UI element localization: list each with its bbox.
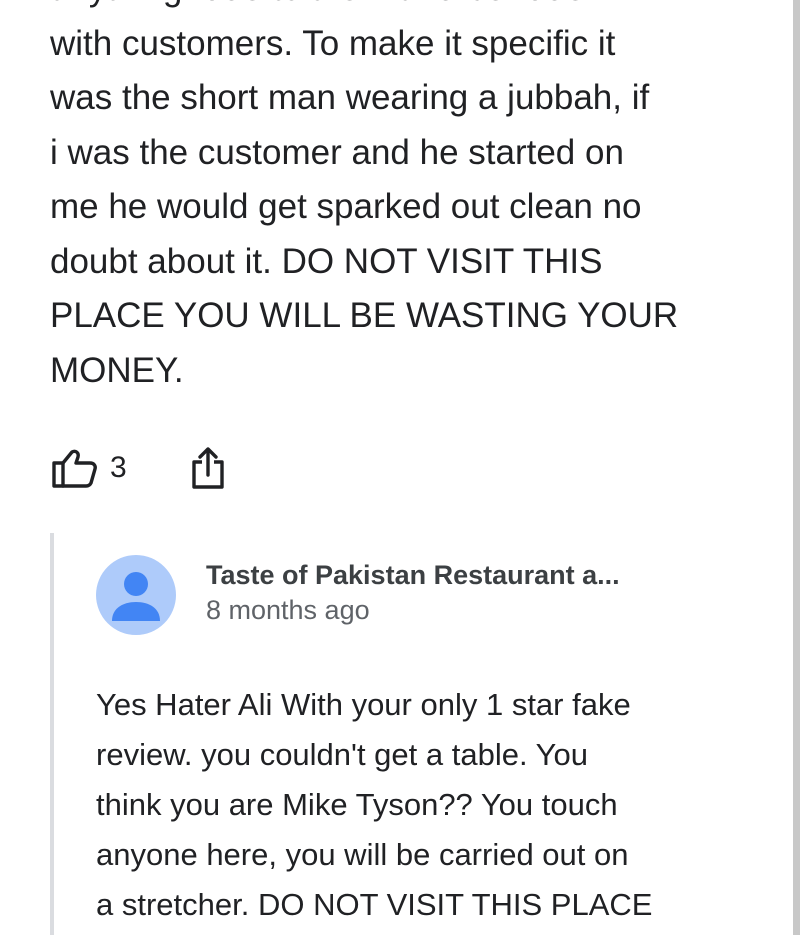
share-icon [189,446,227,490]
reply-timestamp: 8 months ago [206,595,370,625]
right-edge-scrollbar [793,0,800,935]
reply-text: Yes Hater Ali With your only 1 star fake… [96,687,653,922]
thumbs-up-icon [50,448,100,488]
like-button[interactable]: 3 [50,448,127,488]
avatar [96,555,176,635]
share-button[interactable] [189,446,227,490]
owner-reply: Taste of Pakistan Restaurant a... 8 mont… [50,533,794,935]
review-text: anything rude to them and be rude with c… [50,0,679,390]
review-actions: 3 [50,440,227,496]
person-icon [96,572,176,635]
like-count: 3 [110,451,127,484]
owner-name[interactable]: Taste of Pakistan Restaurant a... [206,560,620,591]
